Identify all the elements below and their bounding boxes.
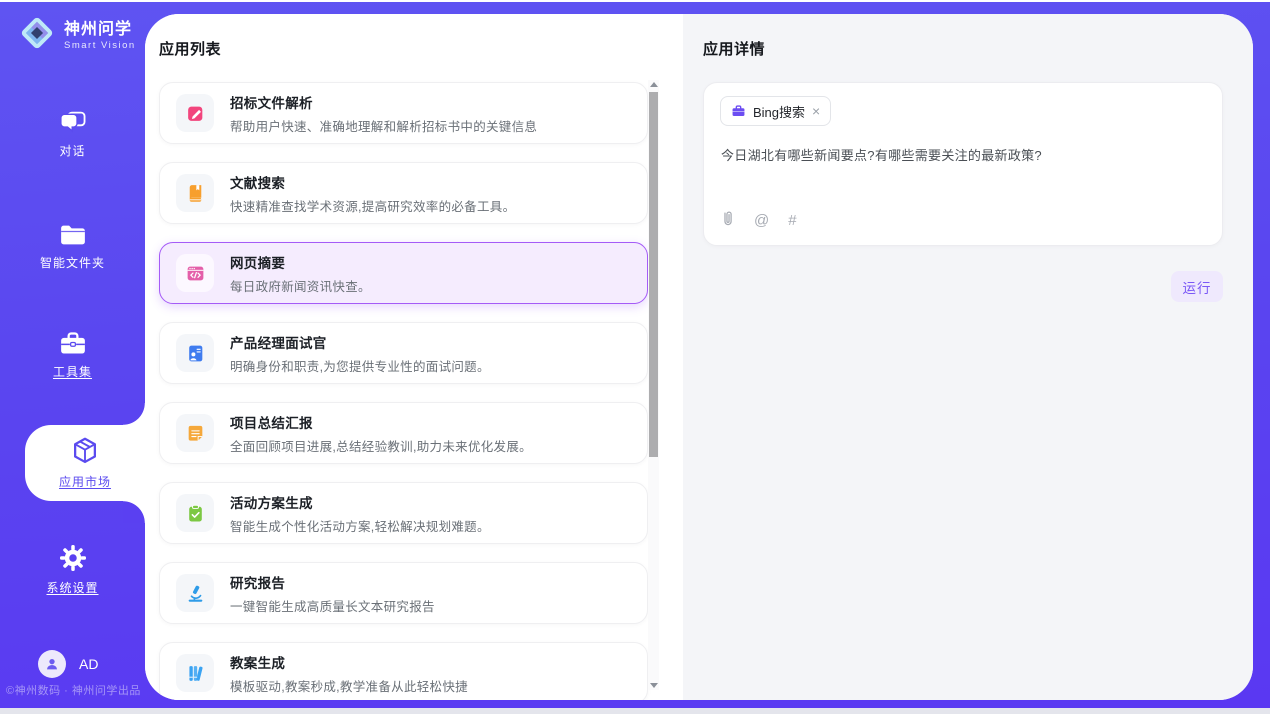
app-card[interactable]: 文献搜索 快速精准查找学术资源,提高研究效率的必备工具。 [159, 162, 648, 224]
sticky-note-icon [176, 414, 214, 452]
app-list-section: 应用列表 招标文件解析 帮助用户快速、准确地理解和解析招标书中的关键信息 [145, 14, 683, 700]
app-list-scrollbar[interactable] [648, 80, 659, 690]
app-card-name: 活动方案生成 [230, 492, 490, 512]
chip-close-icon[interactable]: × [812, 104, 820, 118]
app-card-desc: 每日政府新闻资讯快查。 [230, 276, 371, 295]
brand-name: 神州问学 [64, 15, 136, 39]
app-card-desc: 快速精准查找学术资源,提高研究效率的必备工具。 [230, 196, 515, 215]
app-window: 神州问学 Smart Vision 对话 智能文件夹 [0, 0, 1270, 714]
brand-logo: 神州问学 Smart Vision [18, 14, 136, 52]
app-card-desc: 一键智能生成高质量长文本研究报告 [230, 596, 435, 615]
app-card-name: 产品经理面试官 [230, 332, 490, 352]
app-card[interactable]: 活动方案生成 智能生成个性化活动方案,轻松解决规划难题。 [159, 482, 648, 544]
user-account[interactable]: AD [38, 650, 98, 678]
bottom-strip [0, 708, 1270, 714]
app-card-name: 网页摘要 [230, 252, 371, 272]
books-icon [176, 654, 214, 692]
app-card-name: 教案生成 [230, 652, 468, 672]
sidebar-item-toolset[interactable]: 工具集 [0, 330, 145, 381]
clipboard-check-icon [176, 494, 214, 532]
person-icon [44, 656, 60, 672]
sidebar-item-label: 工具集 [53, 363, 92, 380]
scrollbar-down-arrow-icon[interactable] [650, 683, 658, 688]
browser-code-icon [176, 254, 214, 292]
prompt-input[interactable]: 今日湖北有哪些新闻要点?有哪些需要关注的最新政策? [721, 145, 1202, 164]
input-toolbar: @ # [720, 210, 797, 231]
copyright-text: ©神州数码 · 神州问学出品 [6, 682, 142, 698]
diamond-logo-icon [18, 14, 56, 52]
sidebar-item-label: 对话 [59, 142, 85, 159]
app-card[interactable]: 项目总结汇报 全面回顾项目进展,总结经验教训,助力未来优化发展。 [159, 402, 648, 464]
app-card-name: 文献搜索 [230, 172, 515, 192]
brand-subtitle: Smart Vision [64, 40, 136, 51]
app-card[interactable]: 产品经理面试官 明确身份和职责,为您提供专业性的面试问题。 [159, 322, 648, 384]
app-card-desc: 智能生成个性化活动方案,轻松解决规划难题。 [230, 516, 490, 535]
app-detail-section: 应用详情 Bing搜索 × 今日湖北有哪些新闻要点?有哪些需要关注的最新政策? [683, 14, 1253, 700]
sidebar-item-label: 应用市场 [59, 473, 111, 490]
sidebar-item-label: 智能文件夹 [40, 254, 105, 271]
avatar [38, 650, 66, 678]
app-card[interactable]: 教案生成 模板驱动,教案秒成,教学准备从此轻松快捷 [159, 642, 648, 700]
scrollbar-up-arrow-icon[interactable] [650, 82, 658, 87]
content-panel: 应用列表 招标文件解析 帮助用户快速、准确地理解和解析招标书中的关键信息 [145, 14, 1253, 700]
interview-doc-icon [176, 334, 214, 372]
app-card[interactable]: 研究报告 一键智能生成高质量长文本研究报告 [159, 562, 648, 624]
app-card-desc: 模板驱动,教案秒成,教学准备从此轻松快捷 [230, 676, 468, 695]
app-card-list: 招标文件解析 帮助用户快速、准确地理解和解析招标书中的关键信息 [159, 82, 648, 700]
doc-edit-icon [176, 94, 214, 132]
tool-chip-label: Bing搜索 [753, 102, 805, 121]
run-button[interactable]: 运行 [1171, 271, 1223, 302]
scrollbar-thumb[interactable] [649, 92, 658, 457]
hash-icon[interactable]: # [788, 213, 796, 228]
folder-icon [58, 222, 88, 248]
sidebar-item-chat[interactable]: 对话 [0, 110, 145, 160]
tool-chip-bing-search[interactable]: Bing搜索 × [720, 96, 831, 126]
microscope-icon [176, 574, 214, 612]
toolbox-icon [58, 330, 88, 357]
sidebar-item-label: 系统设置 [46, 579, 98, 596]
sidebar-item-smart-folder[interactable]: 智能文件夹 [0, 222, 145, 272]
app-detail-title: 应用详情 [703, 38, 765, 59]
app-list-title: 应用列表 [159, 38, 221, 59]
sidebar-item-app-market[interactable]: 应用市场 [25, 425, 145, 501]
paperclip-icon[interactable] [720, 210, 735, 231]
user-initials: AD [79, 656, 98, 672]
gear-icon [58, 543, 88, 573]
app-card-name: 招标文件解析 [230, 92, 537, 112]
app-card-name: 研究报告 [230, 572, 435, 592]
app-card-desc: 明确身份和职责,为您提供专业性的面试问题。 [230, 356, 490, 375]
app-card-desc: 帮助用户快速、准确地理解和解析招标书中的关键信息 [230, 116, 537, 135]
cube-icon [69, 435, 101, 467]
sidebar: 神州问学 Smart Vision 对话 智能文件夹 [0, 2, 145, 708]
app-card-desc: 全面回顾项目进展,总结经验教训,助力未来优化发展。 [230, 436, 532, 455]
chat-icon [58, 110, 88, 136]
app-card[interactable]: 招标文件解析 帮助用户快速、准确地理解和解析招标书中的关键信息 [159, 82, 648, 144]
book-icon [176, 174, 214, 212]
at-icon[interactable]: @ [754, 213, 769, 228]
briefcase-icon [731, 104, 746, 118]
sidebar-item-settings[interactable]: 系统设置 [0, 543, 145, 597]
app-card-selected[interactable]: 网页摘要 每日政府新闻资讯快查。 [159, 242, 648, 304]
prompt-card: Bing搜索 × 今日湖北有哪些新闻要点?有哪些需要关注的最新政策? @ # [703, 82, 1223, 246]
app-card-name: 项目总结汇报 [230, 412, 532, 432]
